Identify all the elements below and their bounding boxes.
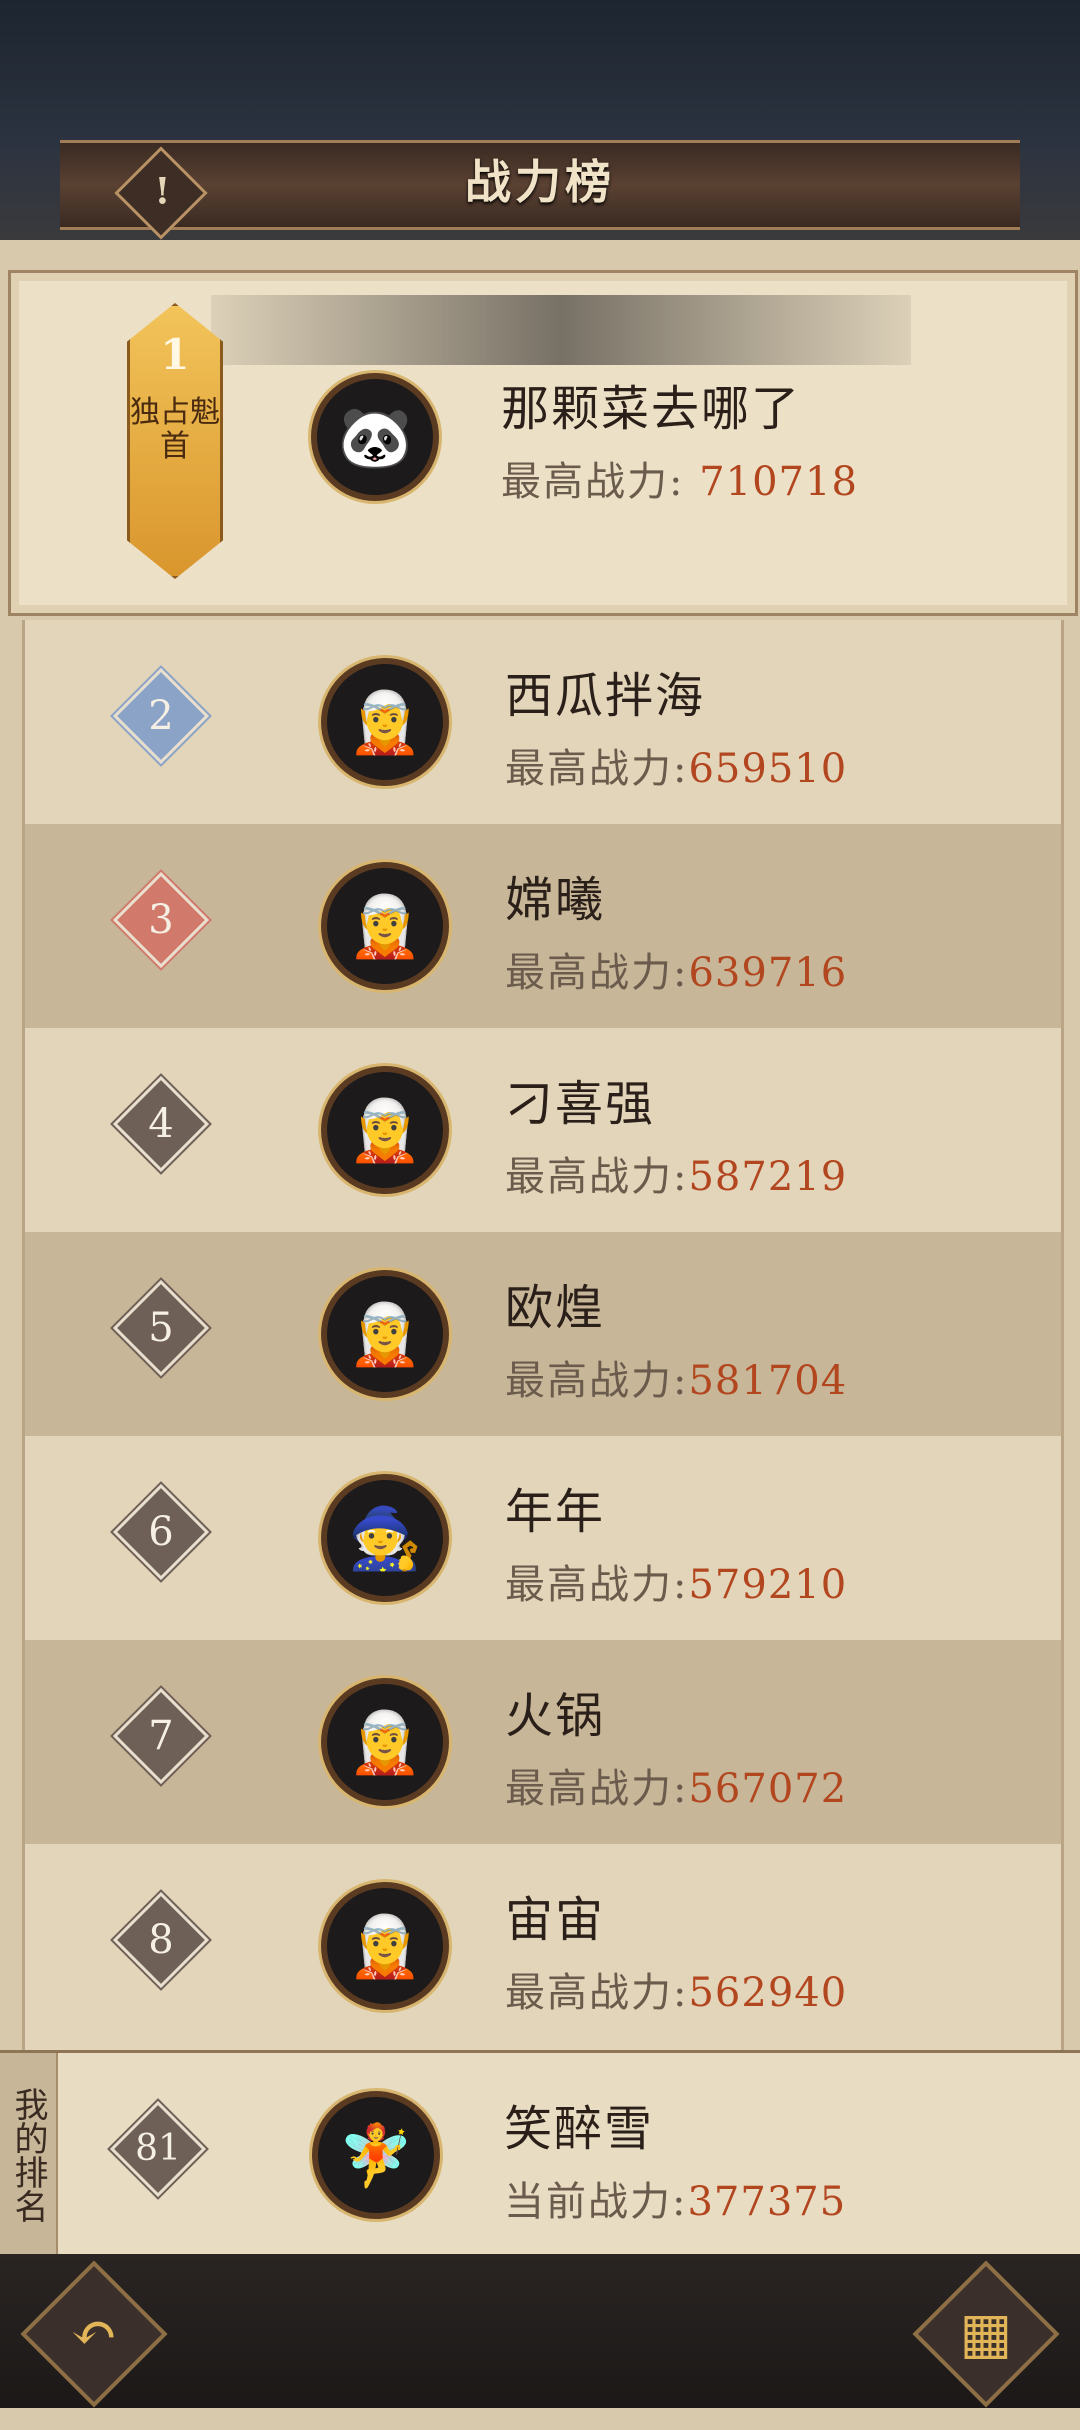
rank-badge: 5 <box>112 1279 210 1377</box>
champion-badge-text: 独占魁首 <box>130 395 220 464</box>
power-line: 最高战力:587219 <box>505 1144 847 1202</box>
avatar[interactable]: 🧝 <box>321 862 449 990</box>
power-label: 当前战力: <box>504 2179 688 2225</box>
player-name: 刁喜强 <box>505 1076 656 1132</box>
table-row[interactable]: 6 🧙 年年 最高战力:579210 <box>25 1436 1061 1640</box>
power-line: 最高战力: 710718 <box>501 449 858 507</box>
avatar[interactable]: 🧝 <box>321 1066 449 1194</box>
table-row[interactable]: 3 🧝 嫦曦 最高战力:639716 <box>25 824 1061 1028</box>
power-value: 710718 <box>699 459 858 505</box>
rank-number: 2 <box>148 693 174 739</box>
player-name: 那颗菜去哪了 <box>501 381 802 437</box>
table-row[interactable]: 4 🧝 刁喜强 最高战力:587219 <box>25 1028 1061 1232</box>
power-line: 最高战力:562940 <box>505 1960 847 2018</box>
rank-badge: 3 <box>112 871 210 969</box>
rank-number: 4 <box>148 1101 174 1147</box>
power-line: 当前战力:377375 <box>504 2169 846 2227</box>
player-name: 宙宙 <box>505 1892 606 1948</box>
rank-number: 5 <box>148 1305 174 1351</box>
power-value: 567072 <box>688 1766 848 1812</box>
avatar[interactable]: 🧝 <box>321 1678 449 1806</box>
rank-badge: 4 <box>112 1075 210 1173</box>
avatar[interactable]: 🧚 <box>312 2091 440 2219</box>
power-line: 最高战力:659510 <box>505 736 847 794</box>
rank-number: 6 <box>148 1509 174 1555</box>
page-title: 战力榜 <box>465 155 615 209</box>
player-name: 嫦曦 <box>505 872 606 928</box>
card-shine <box>211 295 911 365</box>
rank-badge: 7 <box>112 1687 210 1785</box>
power-value: 659510 <box>688 746 848 792</box>
power-value: 377375 <box>687 2179 847 2225</box>
avatar[interactable]: 🧝 <box>321 1270 449 1398</box>
table-row[interactable]: 5 🧝 欧煌 最高战力:581704 <box>25 1232 1061 1436</box>
power-label: 最高战力: <box>505 950 689 996</box>
avatar[interactable]: 🧝 <box>321 658 449 786</box>
rank-1-card[interactable]: 1 独占魁首 🐼 那颗菜去哪了 最高战力: 710718 <box>8 270 1078 616</box>
power-value: 562940 <box>688 1970 848 2016</box>
power-value: 587219 <box>688 1154 848 1200</box>
power-label: 最高战力: <box>505 746 689 792</box>
avatar[interactable]: 🐼 <box>311 373 439 501</box>
rank-number: 7 <box>148 1713 174 1759</box>
power-label: 最高战力: <box>501 459 685 505</box>
power-line: 最高战力:579210 <box>505 1552 847 1610</box>
player-name: 年年 <box>505 1484 606 1540</box>
avatar[interactable]: 🧝 <box>321 1882 449 2010</box>
rank-badge: 8 <box>112 1891 210 1989</box>
rank-number: 3 <box>148 897 174 943</box>
table-row[interactable]: 8 🧝 宙宙 最高战力:562940 <box>25 1844 1061 2048</box>
power-label: 最高战力: <box>505 1562 689 1608</box>
power-line: 最高战力:581704 <box>505 1348 847 1406</box>
rank-badge: 2 <box>112 667 210 765</box>
power-value: 579210 <box>688 1562 848 1608</box>
rank-badge: 81 <box>109 2100 207 2198</box>
avatar[interactable]: 🧙 <box>321 1474 449 1602</box>
rank-number: 1 <box>160 330 190 379</box>
table-row[interactable]: 2 🧝 西瓜拌海 最高战力:659510 <box>25 620 1061 824</box>
menu-icon: ▦ <box>959 2301 1013 2366</box>
my-rank-label: 我的排名 <box>0 2053 58 2257</box>
power-value: 639716 <box>688 950 848 996</box>
player-name: 西瓜拌海 <box>505 668 706 724</box>
power-line: 最高战力:567072 <box>505 1756 847 1814</box>
my-rank-row[interactable]: 我的排名 81 🧚 笑醉雪 当前战力:377375 <box>0 2050 1080 2260</box>
power-label: 最高战力: <box>505 1970 689 2016</box>
rank-badge: 6 <box>112 1483 210 1581</box>
power-label: 最高战力: <box>505 1358 689 1404</box>
rank-number: 8 <box>148 1917 174 1963</box>
power-label: 最高战力: <box>505 1154 689 1200</box>
ranking-list[interactable]: 2 🧝 西瓜拌海 最高战力:659510 3 🧝 嫦曦 最高战力:639716 … <box>22 620 1064 2050</box>
table-row[interactable]: 7 🧝 火锅 最高战力:567072 <box>25 1640 1061 1844</box>
power-line: 最高战力:639716 <box>505 940 847 998</box>
player-name: 欧煌 <box>505 1280 606 1336</box>
player-name: 笑醉雪 <box>504 2101 655 2157</box>
power-label: 最高战力: <box>505 1766 689 1812</box>
player-name: 火锅 <box>505 1688 606 1744</box>
rank-number: 81 <box>135 2128 181 2169</box>
power-value: 581704 <box>688 1358 848 1404</box>
back-arrow-icon: ↶ <box>70 2301 118 2366</box>
champion-ribbon: 1 独占魁首 <box>127 303 223 579</box>
